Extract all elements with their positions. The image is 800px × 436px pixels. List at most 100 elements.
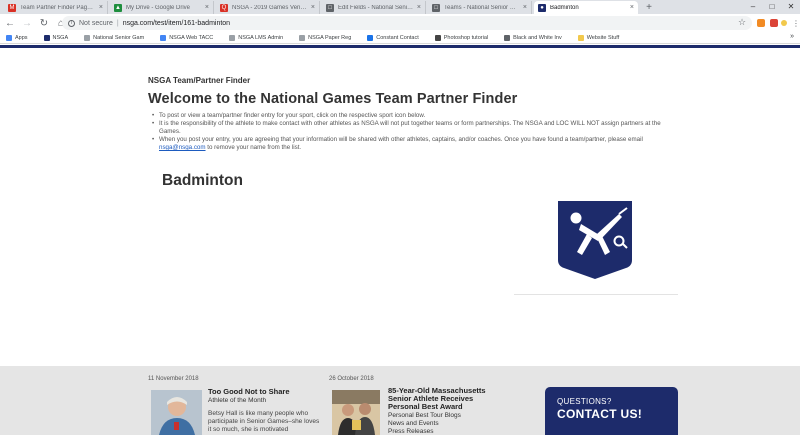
browser-tab[interactable]: Q NSGA - 2019 Games Venues - G× (216, 1, 320, 14)
maximize-window-button[interactable]: □ (763, 0, 781, 12)
bookmark-item[interactable]: National Senior Gam (84, 34, 145, 41)
award-photo-image (332, 390, 380, 435)
bookmark-label: National Senior Gam (93, 34, 145, 41)
close-tab-icon[interactable]: × (630, 4, 634, 11)
tab-favicon-icon: □ (432, 3, 440, 12)
address-bar[interactable]: i Not secure | nsga.com/test/item/161-ba… (62, 16, 752, 30)
browser-tab[interactable]: □ Teams - National Senior Games× (428, 1, 532, 14)
browser-tab[interactable]: □ Edit Fields - National Senior Ga × (322, 1, 426, 14)
bookmark-icon (6, 34, 12, 41)
bookmark-star-icon[interactable]: ☆ (738, 17, 746, 28)
contact-question: QUESTIONS? (557, 397, 612, 406)
tab-title: My Drive - Google Drive (126, 4, 191, 11)
bookmarks-overflow-icon[interactable]: » (790, 33, 794, 40)
bookmark-item[interactable]: Constant Contact (367, 34, 419, 41)
email-link[interactable]: nsga@nsga.com (159, 144, 206, 151)
url-text: nsga.com/test/item/161-badminton (122, 19, 231, 27)
forward-arrow-icon[interactable]: → (20, 16, 34, 30)
extension-icon-2[interactable] (770, 19, 778, 27)
browser-toolbar: ← → ↻ ⌂ i Not secure | nsga.com/test/ite… (0, 14, 800, 32)
story-date: 11 November 2018 (148, 376, 199, 382)
story-date: 26 October 2018 (329, 376, 374, 382)
new-tab-button[interactable]: + (643, 1, 655, 13)
close-window-button[interactable]: ✕ (782, 0, 800, 12)
contact-us-button[interactable]: QUESTIONS? CONTACT US! (545, 387, 678, 435)
instruction-item: When you post your entry, you are agreei… (152, 136, 682, 152)
section-kicker: NSGA Team/Partner Finder (148, 76, 251, 85)
bookmark-icon (299, 34, 306, 41)
bookmark-item[interactable]: NSGA Paper Reg (299, 34, 352, 41)
bookmark-item[interactable]: NSGA Web TACC (160, 34, 214, 41)
page-content: NSGA Team/Partner Finder Welcome to the … (0, 48, 800, 435)
close-tab-icon[interactable]: × (417, 4, 421, 11)
tab-favicon-icon: Q (220, 3, 228, 12)
bookmark-label: Photoshop tutorial (443, 34, 489, 41)
browser-tab[interactable]: ● Badminton × (534, 1, 638, 14)
bookmark-item[interactable]: Website Stuff (577, 34, 620, 41)
close-tab-icon[interactable]: × (523, 4, 527, 11)
bookmark-label: Website Stuff (586, 34, 620, 41)
bookmark-item[interactable]: Apps (6, 34, 28, 41)
minimize-window-button[interactable]: – (744, 0, 762, 12)
contact-cta: CONTACT US! (557, 407, 643, 421)
tab-title: Team Partner Finder Page - Jheh (20, 4, 96, 11)
footer-link-news[interactable]: News and Events (388, 420, 439, 428)
bookmark-item[interactable]: Black and White Inv (504, 34, 562, 41)
tab-favicon-icon: ▲ (114, 3, 122, 12)
story-title-line: Personal Best Award (388, 402, 463, 411)
bookmark-label: NSGA Web TACC (169, 34, 214, 41)
browser-tab[interactable]: M Team Partner Finder Page - Jheh× (4, 1, 108, 14)
menu-kebab-icon[interactable]: ⋮ (789, 16, 800, 30)
bookmark-icon (577, 34, 584, 41)
bookmarks-bar: Apps NSGA National Senior Gam NSGA Web TACC… (0, 32, 800, 44)
bookmark-item[interactable]: NSGA (43, 34, 69, 41)
bookmark-label: Constant Contact (376, 34, 419, 41)
divider (514, 294, 678, 295)
bookmark-label: NSGA (52, 34, 69, 41)
profile-avatar[interactable] (781, 20, 787, 26)
tab-title: Badminton (550, 4, 579, 11)
page-title: Welcome to the National Games Team Partn… (148, 91, 518, 107)
badminton-sport-button[interactable] (557, 200, 633, 280)
bookmark-icon (160, 34, 167, 41)
tab-favicon-icon: ● (538, 3, 546, 12)
bookmark-label: Apps (15, 34, 28, 41)
news-footer: 11 November 2018 Too Good Not to Share A… (0, 366, 800, 435)
bookmark-icon (367, 34, 374, 41)
bookmark-icon (43, 34, 50, 41)
tab-list: MTeam Partner Finder Page - Jheh× ▲ My Dri… (4, 1, 640, 14)
bookmark-item[interactable]: NSGA LMS Admin (229, 34, 284, 41)
back-arrow-icon[interactable]: ← (3, 16, 17, 30)
browser-tab[interactable]: ▲ My Drive - Google Drive × (110, 1, 214, 14)
tab-title: NSGA - 2019 Games Venues - G (232, 4, 308, 11)
instruction-text: to remove your name from the list. (205, 144, 302, 152)
instruction-item: To post or view a team/partner finder en… (152, 112, 682, 120)
story-title-link[interactable]: Too Good Not to Share (208, 388, 290, 396)
award-photo[interactable] (332, 390, 380, 435)
story-title-link[interactable]: 85-Year-Old Massachusetts Senior Athlete… (388, 387, 486, 411)
tab-title: Edit Fields - National Senior Ga (338, 4, 414, 11)
tab-favicon-icon: □ (326, 3, 334, 12)
bookmark-label: NSGA LMS Admin (238, 34, 284, 41)
bookmark-icon (434, 34, 441, 41)
instruction-text: When you post your entry, you are agreei… (159, 136, 643, 144)
footer-link-blogs[interactable]: Personal Best Tour Blogs (388, 412, 461, 420)
bookmark-icon (229, 34, 236, 41)
story-category: Athlete of the Month (208, 397, 267, 404)
close-tab-icon[interactable]: × (205, 4, 209, 11)
tab-title: Teams - National Senior Games (444, 4, 520, 11)
close-tab-icon[interactable]: × (311, 4, 315, 11)
close-tab-icon[interactable]: × (99, 4, 103, 11)
instruction-item: It is the responsibility of the athlete … (152, 120, 682, 136)
extension-icon[interactable] (757, 19, 765, 27)
bookmark-icon (504, 34, 511, 41)
sport-title: Badminton (162, 172, 243, 189)
bookmark-item[interactable]: Photoshop tutorial (434, 34, 489, 41)
athlete-photo[interactable] (151, 390, 202, 435)
bookmark-label: NSGA Paper Reg (308, 34, 352, 41)
bookmark-icon (84, 34, 91, 41)
story-excerpt: Betsy Hall is like many people who parti… (208, 410, 320, 433)
address-separator: | (116, 19, 119, 27)
reload-icon[interactable]: ↻ (37, 16, 51, 30)
info-icon[interactable]: i (68, 19, 75, 27)
